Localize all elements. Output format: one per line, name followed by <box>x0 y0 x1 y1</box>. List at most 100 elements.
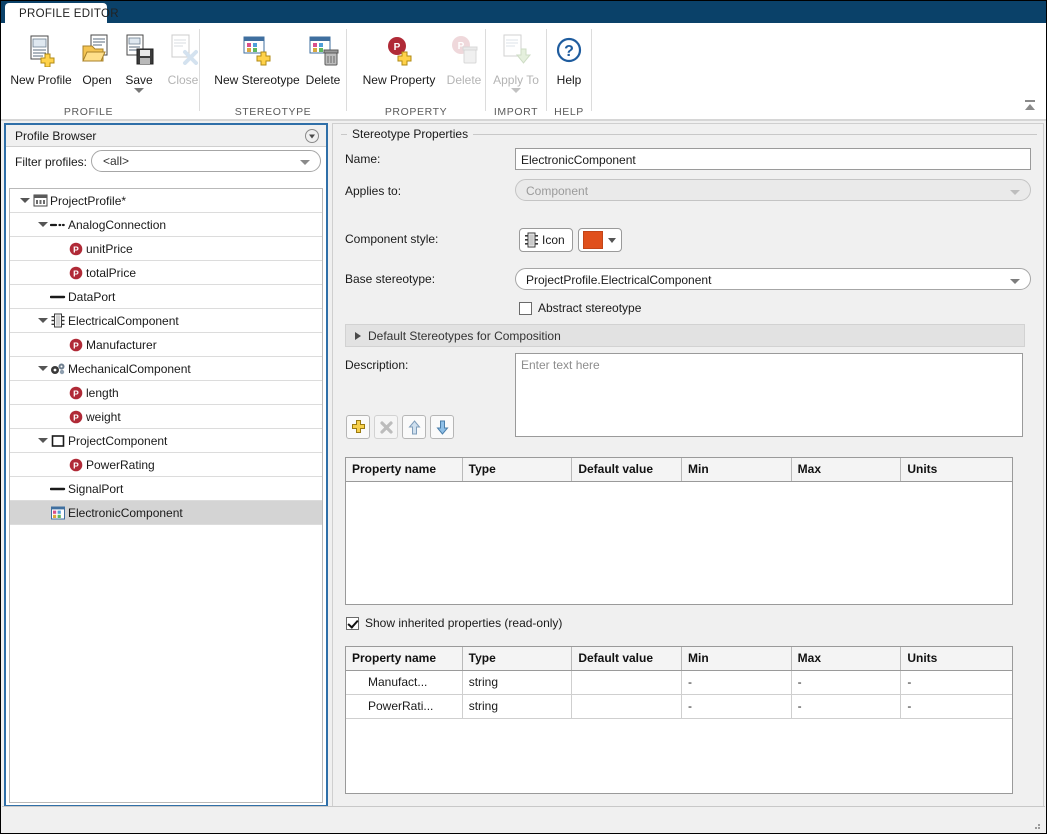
tree-item-label: length <box>85 386 119 400</box>
stereotype-properties-title: Stereotype Properties <box>347 127 473 141</box>
move-property-up-button[interactable] <box>402 415 426 439</box>
table-cell[interactable] <box>572 671 682 694</box>
checkbox-box <box>519 302 532 315</box>
tab-profile-editor[interactable]: PROFILE EDITOR <box>5 3 107 23</box>
applies-to-value: Component <box>526 184 588 198</box>
own-properties-table[interactable]: Property nameTypeDefault valueMinMaxUnit… <box>345 457 1013 605</box>
save-dropdown-arrow[interactable] <box>134 88 144 93</box>
panel-options-button[interactable] <box>304 128 320 144</box>
component-style-icon-button[interactable]: Icon <box>519 228 573 252</box>
new-property-button[interactable]: P New Property <box>351 29 447 87</box>
tree-item-electroniccomponent[interactable]: ElectronicComponent <box>10 501 322 525</box>
tree-spacer <box>36 501 49 525</box>
column-header[interactable]: Units <box>901 458 1012 481</box>
column-header[interactable]: Property name <box>346 458 463 481</box>
table-cell[interactable] <box>572 695 682 718</box>
tree-item-label: DataPort <box>67 290 115 304</box>
profile-browser-header: Profile Browser <box>6 125 326 147</box>
svg-text:P: P <box>394 42 401 53</box>
column-header[interactable]: Max <box>792 458 902 481</box>
show-inherited-checkbox[interactable]: Show inherited properties (read-only) <box>346 616 562 630</box>
column-header[interactable]: Property name <box>346 647 463 670</box>
table-cell[interactable]: - <box>901 671 1012 694</box>
ribbon-group-stereotype-label: STEREOTYPE <box>200 106 346 118</box>
svg-text:P: P <box>73 412 79 422</box>
move-property-down-button[interactable] <box>430 415 454 439</box>
table-cell[interactable]: - <box>901 695 1012 718</box>
inherited-properties-table[interactable]: Property nameTypeDefault valueMinMaxUnit… <box>345 646 1013 794</box>
tree-item-manufacturer[interactable]: PManufacturer <box>10 333 322 357</box>
tree-twisty[interactable] <box>36 357 49 381</box>
table-cell[interactable]: Manufact... <box>346 671 463 694</box>
tree-item-projectprofile[interactable]: ProjectProfile* <box>10 189 322 213</box>
profile-tree[interactable]: ProjectProfile*AnalogConnectionPunitPric… <box>9 188 323 803</box>
base-stereotype-select[interactable]: ProjectProfile.ElectricalComponent <box>515 268 1031 290</box>
tree-item-length[interactable]: Plength <box>10 381 322 405</box>
property-icon: P <box>67 261 85 285</box>
description-placeholder: Enter text here <box>521 358 600 372</box>
tree-item-weight[interactable]: Pweight <box>10 405 322 429</box>
tree-item-totalprice[interactable]: PtotalPrice <box>10 261 322 285</box>
property-icon: P <box>67 381 85 405</box>
new-stereotype-button[interactable]: New Stereotype <box>208 29 306 87</box>
table-cell[interactable]: - <box>792 695 902 718</box>
abstract-stereotype-checkbox[interactable]: Abstract stereotype <box>519 301 641 315</box>
tree-item-dataport[interactable]: DataPort <box>10 285 322 309</box>
filter-profiles-select[interactable]: <all> <box>91 150 321 172</box>
tree-item-projectcomponent[interactable]: ProjectComponent <box>10 429 322 453</box>
tree-spacer <box>54 453 67 477</box>
tree-item-label: ProjectComponent <box>67 434 167 448</box>
new-stereotype-label: New Stereotype <box>208 73 306 87</box>
add-property-button[interactable] <box>346 415 370 439</box>
column-header[interactable]: Default value <box>572 647 682 670</box>
column-header[interactable]: Default value <box>572 458 682 481</box>
table-cell[interactable]: - <box>792 671 902 694</box>
column-header[interactable]: Units <box>901 647 1012 670</box>
tree-item-mechanicalcomponent[interactable]: MechanicalComponent <box>10 357 322 381</box>
svg-text:P: P <box>73 388 79 398</box>
ribbon-collapse-button[interactable] <box>1022 99 1038 113</box>
tree-spacer <box>54 381 67 405</box>
help-button[interactable]: ? Help <box>547 29 591 87</box>
default-stereotypes-label: Default Stereotypes for Composition <box>368 329 561 343</box>
table-cell[interactable]: - <box>682 695 792 718</box>
table-row[interactable]: Manufact...string--- <box>346 671 1012 695</box>
table-cell[interactable]: string <box>463 695 573 718</box>
table-cell[interactable]: - <box>682 671 792 694</box>
tree-twisty[interactable] <box>36 429 49 453</box>
tree-item-powerrating[interactable]: PPowerRating <box>10 453 322 477</box>
description-textarea[interactable]: Enter text here <box>515 353 1023 437</box>
applies-to-select: Component <box>515 179 1031 201</box>
table-cell[interactable]: string <box>463 671 573 694</box>
table-row[interactable]: PowerRati...string--- <box>346 695 1012 719</box>
solidline-icon <box>49 477 67 501</box>
component-style-color-button[interactable] <box>578 228 622 252</box>
tab-profile-editor-label: PROFILE EDITOR <box>19 8 119 20</box>
table-cell[interactable]: PowerRati... <box>346 695 463 718</box>
tree-item-unitprice[interactable]: PunitPrice <box>10 237 322 261</box>
name-input[interactable]: ElectronicComponent <box>515 148 1031 170</box>
checkbox-box <box>346 617 359 630</box>
chevron-down-icon <box>1010 190 1020 195</box>
description-label: Description: <box>345 358 408 372</box>
resize-grip[interactable] <box>1031 819 1041 829</box>
tree-item-analogconnection[interactable]: AnalogConnection <box>10 213 322 237</box>
square-icon <box>49 429 67 453</box>
column-header[interactable]: Min <box>682 458 792 481</box>
tree-item-label: Manufacturer <box>85 338 157 352</box>
column-header[interactable]: Min <box>682 647 792 670</box>
delete-stereotype-button[interactable]: Delete <box>300 29 346 87</box>
save-button[interactable]: Save <box>117 29 161 93</box>
solidline-icon <box>49 285 67 309</box>
help-icon: ? <box>547 29 591 71</box>
tree-twisty[interactable] <box>36 309 49 333</box>
tree-item-signalport[interactable]: SignalPort <box>10 477 322 501</box>
chip-icon <box>49 309 67 333</box>
tree-twisty[interactable] <box>36 213 49 237</box>
column-header[interactable]: Type <box>463 647 573 670</box>
column-header[interactable]: Type <box>463 458 573 481</box>
default-stereotypes-expander[interactable]: Default Stereotypes for Composition <box>345 324 1025 347</box>
tree-twisty[interactable] <box>18 189 31 213</box>
tree-item-electricalcomponent[interactable]: ElectricalComponent <box>10 309 322 333</box>
column-header[interactable]: Max <box>792 647 902 670</box>
